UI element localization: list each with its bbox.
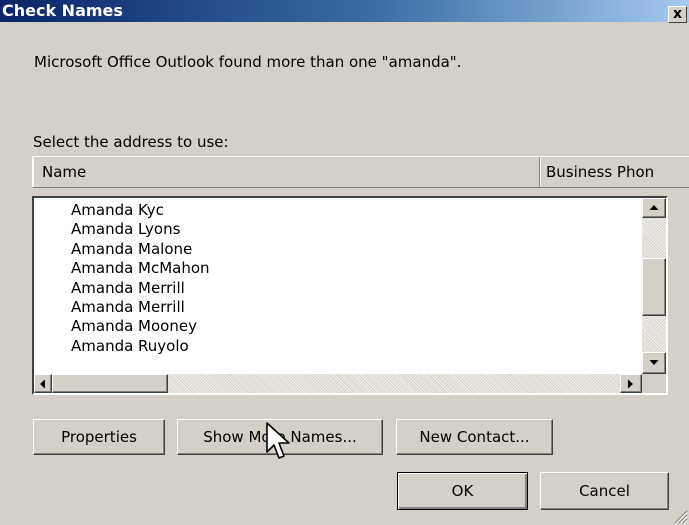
message-text: Microsoft Office Outlook found more than… (34, 53, 462, 71)
properties-button[interactable]: Properties (33, 419, 165, 455)
show-more-names-button[interactable]: Show More Names... (177, 419, 383, 455)
list-header: Name Business Phon (32, 156, 689, 188)
close-icon: x (672, 6, 683, 22)
new-contact-button[interactable]: New Contact... (396, 419, 553, 455)
scroll-up-button[interactable] (642, 198, 666, 218)
list-item[interactable]: Amanda McMahon (71, 259, 210, 278)
arrow-up-icon (649, 205, 659, 210)
cancel-button[interactable]: Cancel (540, 472, 669, 510)
list-item[interactable]: Amanda Malone (71, 240, 210, 259)
column-header-name[interactable]: Name (33, 157, 540, 187)
list-item[interactable]: Amanda Merrill (71, 279, 210, 298)
address-rows: Amanda Kyc Amanda Lyons Amanda Malone Am… (71, 201, 210, 356)
window-title: Check Names (2, 1, 123, 20)
arrow-down-icon (649, 360, 659, 365)
close-button[interactable]: x (668, 6, 687, 23)
scroll-down-button[interactable] (642, 352, 666, 374)
list-item[interactable]: Amanda Kyc (71, 201, 210, 220)
select-address-label: Select the address to use: (33, 133, 229, 151)
scroll-right-button[interactable] (620, 374, 642, 393)
vertical-scroll-thumb[interactable] (642, 258, 666, 316)
scrollbar-corner (642, 374, 666, 393)
column-header-business-phone[interactable]: Business Phon (540, 157, 689, 187)
list-item[interactable]: Amanda Mooney (71, 317, 210, 336)
resize-grip-icon[interactable] (672, 508, 688, 524)
list-item[interactable]: Amanda Merrill (71, 298, 210, 317)
ok-button[interactable]: OK (397, 472, 528, 510)
scroll-left-button[interactable] (34, 374, 52, 393)
address-list[interactable]: Amanda Kyc Amanda Lyons Amanda Malone Am… (32, 196, 668, 395)
arrow-left-icon (40, 379, 45, 388)
list-item[interactable]: Amanda Ruyolo (71, 337, 210, 356)
horizontal-scroll-thumb[interactable] (52, 374, 168, 393)
list-item[interactable]: Amanda Lyons (71, 220, 210, 239)
arrow-right-icon (628, 379, 633, 388)
title-bar[interactable]: Check Names x (0, 0, 689, 23)
